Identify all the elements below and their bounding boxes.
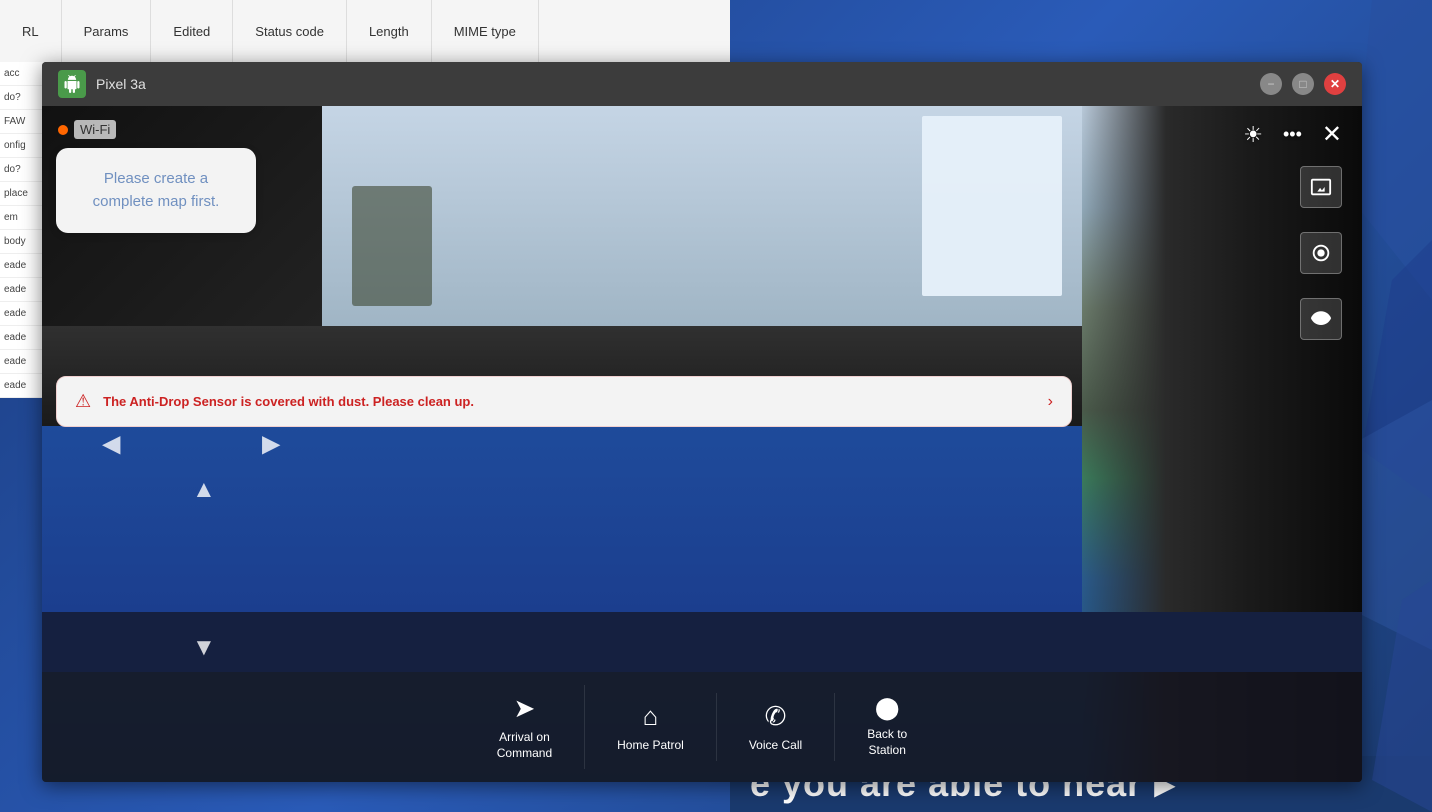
maximize-button[interactable]: □: [1292, 73, 1314, 95]
record-button[interactable]: [1300, 232, 1342, 274]
home-patrol-icon: ⌂: [643, 701, 659, 732]
voice-call-icon: ✆: [765, 701, 787, 732]
alert-bar[interactable]: ⚠ The Anti-Drop Sensor is covered with d…: [56, 376, 1072, 427]
side-icons: [1300, 166, 1342, 340]
phone-content: Wi-Fi Please create a complete map first…: [42, 106, 1362, 782]
phone-emulator: Pixel 3a − □ ✕: [42, 62, 1362, 782]
alert-text: The Anti-Drop Sensor is covered with dus…: [103, 394, 1036, 409]
close-icon[interactable]: ✕: [1322, 120, 1342, 149]
wifi-indicator: Wi-Fi: [58, 120, 116, 139]
back-station-icon: ⬤: [875, 695, 900, 721]
nav-right-button[interactable]: ▶: [262, 430, 280, 459]
map-tooltip-text: Please create a complete map first.: [74, 168, 238, 213]
alert-icon: ⚠: [75, 391, 91, 412]
tab-status-code[interactable]: Status code: [233, 0, 347, 62]
photo-gallery-button[interactable]: [1300, 166, 1342, 208]
brightness-icon[interactable]: ☀: [1243, 122, 1263, 148]
nav-left-button[interactable]: ◀: [102, 430, 120, 459]
wifi-label: Wi-Fi: [74, 120, 116, 139]
minimize-button[interactable]: −: [1260, 73, 1282, 95]
nav-up-button[interactable]: ▲: [192, 476, 216, 504]
map-tooltip: Please create a complete map first.: [56, 148, 256, 233]
more-icon[interactable]: •••: [1283, 124, 1302, 145]
back-to-station-button[interactable]: ⬤ Back toStation: [835, 687, 939, 766]
arrival-on-command-button[interactable]: ➤ Arrival onCommand: [465, 685, 585, 769]
nav-down-button[interactable]: ▼: [192, 634, 216, 662]
tab-params[interactable]: Params: [62, 0, 152, 62]
bottom-action-bar: ➤ Arrival onCommand ⌂ Home Patrol ✆ Voic…: [42, 672, 1362, 782]
back-station-label: Back toStation: [867, 727, 907, 758]
phone-title: Pixel 3a: [96, 76, 146, 92]
arrival-label: Arrival onCommand: [497, 730, 552, 761]
home-patrol-label: Home Patrol: [617, 738, 684, 754]
phone-title-controls: − □ ✕: [1260, 73, 1346, 95]
phone-title-left: Pixel 3a: [58, 70, 146, 98]
android-icon: [58, 70, 86, 98]
tab-length[interactable]: Length: [347, 0, 432, 62]
arrival-icon: ➤: [514, 693, 536, 724]
tab-edited[interactable]: Edited: [151, 0, 233, 62]
tab-mime-type[interactable]: MIME type: [432, 0, 539, 62]
home-patrol-button[interactable]: ⌂ Home Patrol: [585, 693, 717, 762]
alert-arrow-icon: ›: [1048, 393, 1053, 411]
wifi-dot: [58, 125, 68, 135]
camera-snapshot-button[interactable]: [1300, 298, 1342, 340]
inspector-tabs: RL Params Edited Status code Length MIME…: [0, 0, 730, 62]
voice-call-label: Voice Call: [749, 738, 802, 754]
voice-call-button[interactable]: ✆ Voice Call: [717, 693, 835, 762]
phone-titlebar: Pixel 3a − □ ✕: [42, 62, 1362, 106]
close-button[interactable]: ✕: [1324, 73, 1346, 95]
tab-rl[interactable]: RL: [0, 0, 62, 62]
